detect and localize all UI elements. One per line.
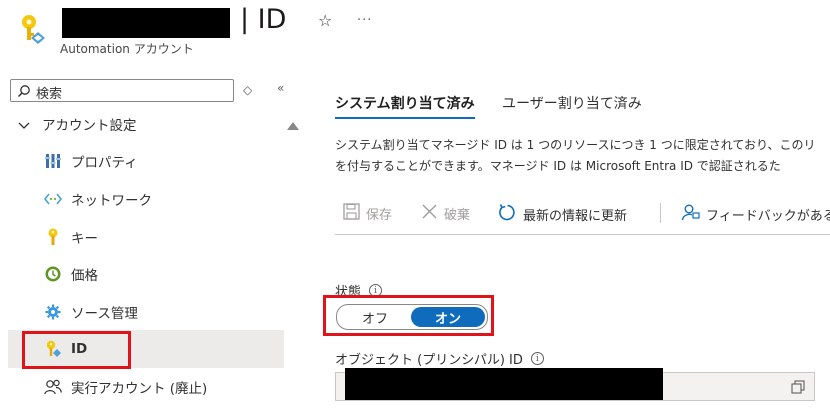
source-control-icon — [44, 303, 62, 321]
properties-icon — [44, 152, 62, 170]
feedback-icon — [681, 203, 700, 226]
search-placeholder: 検索 — [36, 87, 63, 102]
sidebar-item-label: ソース管理 — [71, 306, 138, 322]
save-label: 保存 — [366, 208, 393, 223]
sidebar-item-source-control[interactable]: ソース管理 — [8, 293, 284, 331]
section-account-settings[interactable]: アカウント設定 — [18, 114, 137, 134]
refresh-label: 最新の情報に更新 — [523, 209, 628, 224]
sidebar-item-run-as-accounts[interactable]: 実行アカウント (廃止) — [8, 368, 284, 406]
save-icon — [343, 203, 360, 224]
save-button[interactable]: 保存 — [343, 203, 392, 224]
page-title: | ID — [240, 4, 287, 35]
tab-system-assigned[interactable]: システム割り当て済み — [335, 93, 475, 113]
section-label: アカウント設定 — [42, 118, 137, 134]
description-line-1: システム割り当てマネージド ID は 1 つのリソースにつき 1 つに限定されて… — [335, 138, 816, 152]
key-icon — [44, 228, 62, 246]
command-divider — [660, 203, 661, 223]
sidebar-item-label: 価格 — [71, 268, 98, 284]
networking-icon — [44, 190, 62, 208]
highlight-frame-identity — [22, 331, 131, 369]
refresh-button[interactable]: 最新の情報に更新 — [498, 203, 627, 226]
tab-user-assigned[interactable]: ユーザー割り当て済み — [502, 93, 642, 113]
object-id-label: オブジェクト (プリンシパル) ID i — [335, 349, 544, 368]
description-line-2: を付与することができます。マネージド ID は Microsoft Entra … — [335, 159, 781, 173]
redacted-object-id — [345, 368, 663, 400]
feedback-button[interactable]: フィードバックがある場 — [681, 203, 830, 226]
discard-label: 破棄 — [444, 208, 471, 223]
scroll-up-arrow[interactable] — [287, 122, 299, 130]
tab-active-indicator — [335, 117, 475, 119]
collapse-sidebar-icon[interactable]: « — [277, 81, 284, 95]
close-icon — [421, 203, 438, 224]
sort-toggle-icon[interactable]: ◇ — [243, 83, 252, 97]
highlight-frame-status-toggle — [323, 295, 494, 336]
sidebar-item-label: プロパティ — [71, 155, 138, 171]
more-actions-button[interactable]: ··· — [357, 13, 372, 28]
sidebar-item-pricing[interactable]: 価格 — [8, 255, 284, 293]
run-as-accounts-icon — [44, 378, 62, 396]
sidebar-item-properties[interactable]: プロパティ — [8, 142, 284, 180]
feedback-label: フィードバックがある場 — [706, 209, 830, 224]
sidebar-item-label: 実行アカウント (廃止) — [71, 381, 208, 397]
chevron-down-icon — [18, 115, 32, 134]
resource-icon — [18, 12, 48, 48]
pricing-icon — [44, 265, 62, 283]
discard-button[interactable]: 破棄 — [421, 203, 470, 224]
refresh-icon — [498, 203, 517, 226]
command-bar-divider — [335, 234, 830, 235]
redacted-resource-name — [62, 8, 230, 38]
search-icon — [17, 83, 31, 102]
sidebar-item-label: ネットワーク — [71, 193, 152, 209]
sidebar-item-keys[interactable]: キー — [8, 218, 284, 256]
search-input[interactable]: 検索 — [10, 79, 234, 102]
copy-icon[interactable] — [791, 379, 805, 398]
star-icon[interactable]: ☆ — [318, 11, 332, 30]
info-icon[interactable]: i — [530, 352, 544, 365]
object-id-label-text: オブジェクト (プリンシパル) ID — [335, 353, 523, 368]
sidebar-item-label: キー — [71, 231, 98, 247]
sidebar-item-networking[interactable]: ネットワーク — [8, 180, 284, 218]
page-subtitle: Automation アカウント — [60, 42, 194, 56]
